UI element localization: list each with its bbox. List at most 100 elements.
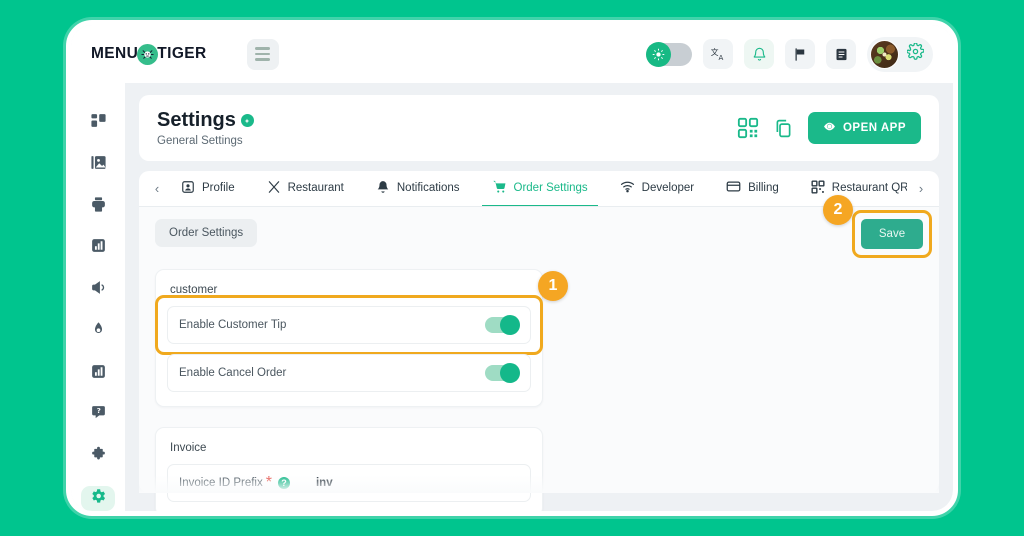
theme-toggle[interactable] [646, 41, 692, 67]
sidebar-item-feedback[interactable]: ? [81, 403, 115, 428]
save-button-wrapper: Save 2 [823, 195, 932, 258]
tab-notifications[interactable]: Notifications [360, 172, 476, 206]
printer-icon [90, 196, 107, 218]
wifi-icon [620, 179, 635, 197]
sidebar-item-analytics[interactable] [81, 236, 115, 261]
image-gallery-icon [90, 154, 107, 176]
tab-label: Notifications [396, 182, 460, 194]
eye-icon [823, 120, 836, 136]
page-header: Settings General Settings OPEN APP [139, 95, 939, 161]
tiger-face-icon [137, 43, 159, 65]
document-icon[interactable] [826, 39, 856, 69]
credit-card-icon [726, 179, 741, 197]
enable-customer-tip-toggle[interactable] [485, 315, 520, 335]
settings-gear-icon [89, 487, 107, 510]
settings-tab-bar: ‹ Profile Restaurant Notifications Order… [139, 171, 939, 207]
tab-profile[interactable]: Profile [165, 172, 251, 206]
toggle-knob [500, 315, 520, 335]
section-invoice: Invoice Invoice ID Prefix * ? inv [155, 427, 543, 511]
sun-icon [646, 41, 671, 67]
screenshot-stage: MENU TIGER 文 A ? Settings General Settin… [0, 0, 1024, 536]
tabs-scroll: Profile Restaurant Notifications Order S… [165, 171, 913, 206]
sidebar: ? [71, 83, 125, 511]
hamburger-line [255, 52, 271, 56]
avatar [870, 39, 899, 69]
tab-label: Profile [202, 182, 235, 194]
svg-text:A: A [718, 53, 723, 62]
section-customer: customer Enable Customer Tip 1 Enable Ca… [155, 269, 568, 407]
gear-icon[interactable] [906, 42, 925, 65]
tab-label: Restaurant [287, 182, 344, 194]
subtab-order-settings[interactable]: Order Settings [155, 219, 258, 247]
app-window-inner: MENU TIGER 文 A ? Settings General Settin… [71, 25, 953, 511]
row-invoice-id-prefix: Invoice ID Prefix * ? inv [167, 464, 531, 502]
svg-text:?: ? [96, 406, 100, 415]
sidebar-item-printer[interactable] [81, 194, 115, 219]
page-title-row: Settings [157, 109, 254, 132]
app-window: MENU TIGER 文 A ? Settings General Settin… [66, 20, 958, 516]
tabs-next-arrow[interactable]: › [913, 181, 929, 196]
tab-order-settings[interactable]: Order Settings [476, 171, 604, 206]
puzzle-icon [90, 446, 107, 468]
notification-bell-icon[interactable] [744, 39, 774, 69]
row-label: Enable Cancel Order [179, 367, 287, 379]
hamburger-menu-icon[interactable] [246, 38, 279, 70]
logo-text-tiger: TIGER [157, 45, 207, 62]
sidebar-item-marketing[interactable] [81, 278, 115, 303]
tab-label: Developer [641, 182, 695, 194]
tab-developer[interactable]: Developer [604, 171, 710, 206]
row-label: Enable Customer Tip [179, 319, 287, 331]
page-title: Settings [157, 109, 236, 131]
sidebar-item-settings[interactable] [81, 486, 115, 511]
svg-text:文: 文 [710, 47, 718, 57]
invoice-id-prefix-input[interactable]: inv [316, 477, 333, 489]
sidebar-item-integrations[interactable] [81, 445, 115, 470]
annotation-badge-2: 2 [823, 195, 853, 225]
panel-toolbar: Order Settings Save 2 [155, 195, 932, 258]
row-enable-cancel-order: Enable Cancel Order [167, 354, 531, 392]
page-title-group: Settings General Settings [157, 109, 254, 147]
required-asterisk: * [265, 474, 272, 491]
profile-icon [181, 180, 195, 197]
qr-code-icon[interactable] [737, 117, 759, 139]
logo-text-menu: MENU [91, 45, 139, 62]
megaphone-icon [90, 279, 107, 301]
toggle-knob [500, 363, 520, 383]
tab-label: Billing [748, 182, 779, 194]
open-app-button[interactable]: OPEN APP [807, 112, 921, 144]
sidebar-item-reports[interactable] [81, 361, 115, 386]
feedback-icon: ? [90, 404, 107, 426]
dashboard-icon [90, 112, 107, 134]
analytics-icon [90, 237, 107, 259]
hamburger-line [255, 58, 271, 61]
brand-logo[interactable]: MENU TIGER [91, 43, 207, 65]
row-label: Invoice ID Prefix [179, 477, 263, 489]
top-bar: MENU TIGER 文 A [71, 25, 953, 83]
tabs-prev-arrow[interactable]: ‹ [149, 181, 165, 196]
utensils-icon [267, 180, 281, 197]
sidebar-item-dashboard[interactable] [81, 111, 115, 136]
copy-icon[interactable] [773, 118, 794, 139]
enable-cancel-order-toggle[interactable] [485, 363, 520, 383]
tab-restaurant[interactable]: Restaurant [251, 172, 360, 206]
page-subtitle: General Settings [157, 135, 243, 147]
help-icon[interactable]: ? [277, 477, 290, 489]
flag-icon[interactable] [785, 39, 815, 69]
main-content: Settings General Settings OPEN APP ‹ Pro… [125, 83, 953, 511]
translate-icon[interactable]: 文A [703, 39, 733, 69]
page-header-actions: OPEN APP [737, 112, 921, 144]
tab-label: Restaurant QR C [831, 182, 907, 194]
row-enable-customer-tip: Enable Customer Tip 1 [155, 271, 568, 355]
tab-restaurant-qr-code[interactable]: Restaurant QR C [795, 172, 907, 206]
sidebar-item-gallery[interactable] [81, 153, 115, 178]
open-app-label: OPEN APP [842, 122, 906, 134]
user-menu[interactable] [867, 36, 933, 72]
section-title: Invoice [170, 442, 207, 454]
info-badge-icon[interactable] [240, 114, 254, 127]
tab-label: Order Settings [513, 182, 588, 194]
save-button[interactable]: Save [861, 219, 923, 249]
qr-code-icon [811, 179, 825, 197]
sidebar-item-trending[interactable] [81, 320, 115, 345]
tab-billing[interactable]: Billing [710, 171, 795, 206]
hamburger-line [255, 47, 271, 50]
